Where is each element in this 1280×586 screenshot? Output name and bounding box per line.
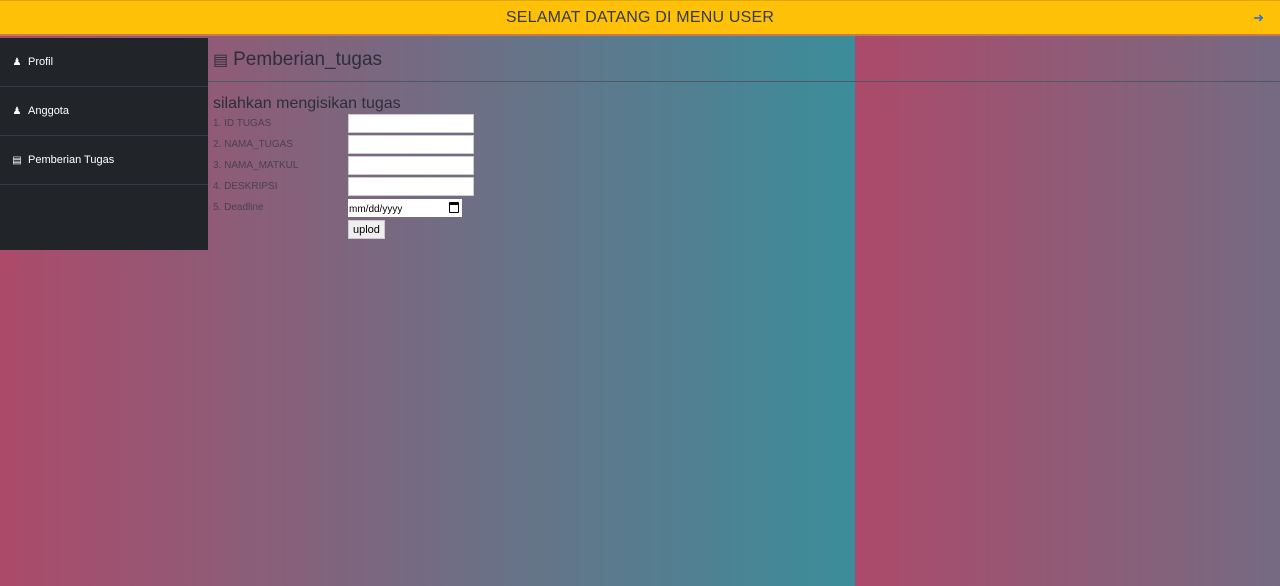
- deadline-field: [348, 198, 462, 218]
- upload-button[interactable]: uplod: [348, 220, 385, 239]
- sidebar-item-anggota[interactable]: ♟ Anggota: [0, 87, 208, 136]
- sidebar-item-label: Profil: [28, 56, 54, 68]
- task-form: 1. ID TUGAS 2. NAMA_TUGAS 3. NAMA_MATKUL…: [208, 113, 1280, 239]
- list-alt-icon: ▤: [213, 51, 229, 69]
- top-header: SELAMAT DATANG DI MENU USER ➜: [0, 0, 1280, 36]
- users-icon: ♟: [12, 105, 22, 117]
- header-title: SELAMAT DATANG DI MENU USER: [505, 8, 775, 26]
- nama-tugas-input[interactable]: [348, 135, 474, 154]
- sidebar-item-pemberian-tugas[interactable]: ▤ Pemberian Tugas: [0, 136, 208, 185]
- main-content: ▤ Pemberian_tugas silahkan mengisikan tug…: [208, 38, 1280, 239]
- nama-matkul-input[interactable]: [348, 156, 474, 175]
- id-tugas-label: 1. ID TUGAS: [213, 118, 272, 129]
- id-tugas-input[interactable]: [348, 114, 474, 133]
- page-title-text: Pemberian_tugas: [233, 48, 383, 70]
- user-icon: ♟: [12, 56, 22, 68]
- sign-out-icon[interactable]: ➜: [1253, 10, 1264, 26]
- list-alt-icon: ▤: [12, 154, 22, 166]
- deskripsi-input[interactable]: [348, 177, 474, 196]
- form-subtitle: silahkan mengisikan tugas: [213, 95, 401, 112]
- sidebar-item-profil[interactable]: ♟ Profil: [0, 38, 208, 87]
- nama-matkul-label: 3. NAMA_MATKUL: [213, 160, 299, 171]
- nama-tugas-label: 2. NAMA_TUGAS: [213, 139, 294, 150]
- page-title: ▤ Pemberian_tugas: [208, 38, 1280, 82]
- sidebar: ♟ Profil ♟ Anggota ▤ Pemberian Tugas: [0, 38, 208, 250]
- deadline-label: 5. Deadline: [213, 202, 264, 213]
- deskripsi-label: 4. DESKRIPSI: [213, 181, 278, 192]
- calendar-icon[interactable]: [449, 201, 459, 213]
- sidebar-item-label: Pemberian Tugas: [28, 154, 115, 166]
- deadline-input[interactable]: [348, 200, 462, 218]
- sidebar-item-label: Anggota: [28, 105, 69, 117]
